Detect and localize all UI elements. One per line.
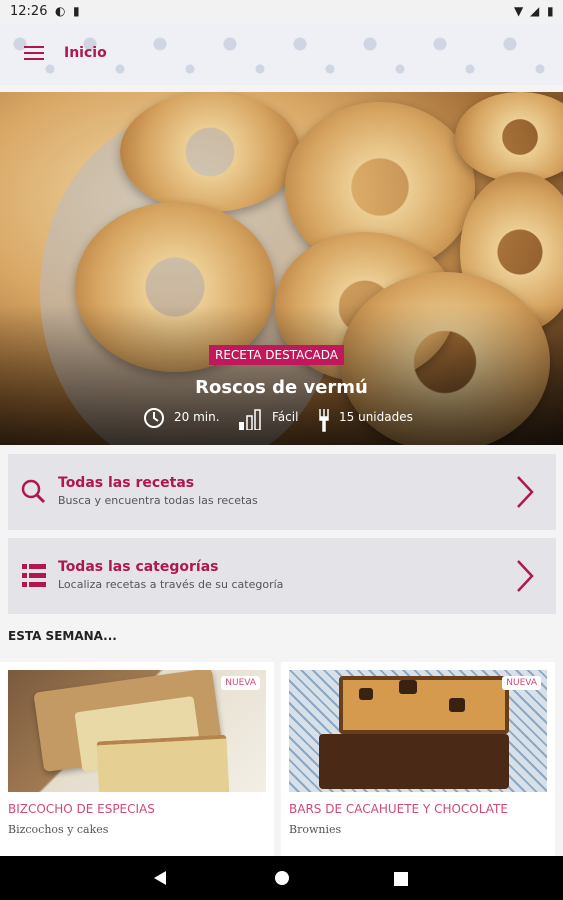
all-categories-title: Todas las categorías <box>58 559 219 575</box>
menu-icon[interactable] <box>24 46 44 62</box>
search-icon <box>20 478 46 508</box>
grid-icon <box>22 564 46 592</box>
recipe-category: Brownies <box>289 823 342 836</box>
notification-icon: ◐ <box>55 4 66 18</box>
status-bar: 12:26 ◐ ▮ ▼ ◢ ▮ <box>0 0 563 24</box>
status-time: 12:26 <box>10 4 48 19</box>
app-bar: Inicio <box>0 24 563 85</box>
new-badge: NUEVA <box>221 676 260 690</box>
new-badge: NUEVA <box>502 676 541 690</box>
all-categories-card[interactable]: Todas las categorías Localiza recetas a … <box>8 538 556 614</box>
signal-icon: ◢ <box>530 4 540 18</box>
back-icon[interactable] <box>152 870 168 890</box>
timer-icon <box>143 407 165 432</box>
recipe-name: BARS DE CACAHUETE Y CHOCOLATE <box>289 802 508 816</box>
wifi-icon: ▼ <box>514 4 524 18</box>
featured-title[interactable]: Roscos de vermú <box>0 377 563 398</box>
system-nav-bar <box>0 856 563 900</box>
featured-difficulty: Fácil <box>272 410 299 424</box>
difficulty-icon <box>238 408 262 433</box>
recipe-photo: NUEVA <box>8 670 266 792</box>
recents-icon[interactable] <box>394 871 408 890</box>
featured-servings: 15 unidades <box>339 410 413 424</box>
all-categories-subtitle: Localiza recetas a través de su categorí… <box>58 578 284 591</box>
all-recipes-subtitle: Busca y encuentra todas las recetas <box>58 494 258 507</box>
featured-badge: RECETA DESTACADA <box>209 345 344 365</box>
recipe-name: BIZCOCHO DE ESPECIAS <box>8 802 155 816</box>
battery-icon: ▮ <box>547 4 554 18</box>
home-icon[interactable] <box>274 870 290 890</box>
all-recipes-title: Todas las recetas <box>58 475 195 491</box>
section-title: ESTA SEMANA... <box>8 629 117 643</box>
featured-time: 20 min. <box>174 410 220 424</box>
sd-card-icon: ▮ <box>73 4 80 18</box>
cutlery-icon <box>316 408 332 435</box>
recipe-category: Bizcochos y cakes <box>8 823 109 836</box>
recipe-card[interactable]: NUEVA BIZCOCHO DE ESPECIAS Bizcochos y c… <box>0 662 274 856</box>
recipe-card[interactable]: NUEVA BARS DE CACAHUETE Y CHOCOLATE Brow… <box>281 662 555 856</box>
recipe-photo: NUEVA <box>289 670 547 792</box>
page-title: Inicio <box>64 45 107 61</box>
chevron-right-icon <box>510 474 540 510</box>
chevron-right-icon <box>510 558 540 594</box>
all-recipes-card[interactable]: Todas las recetas Busca y encuentra toda… <box>8 454 556 530</box>
